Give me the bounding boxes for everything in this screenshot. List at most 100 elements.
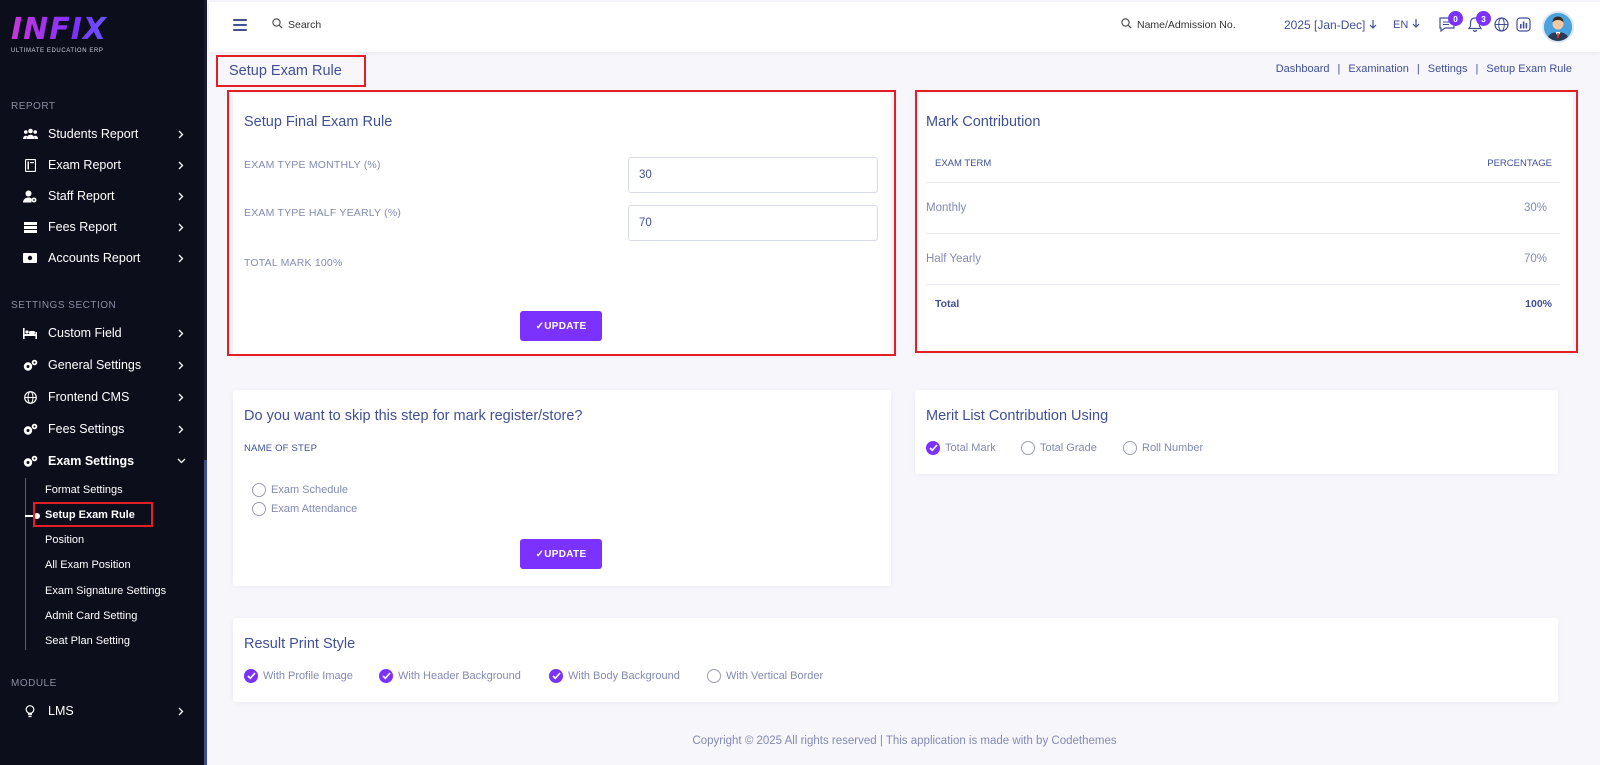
- sidebar-item-fees-report[interactable]: Fees Report: [0, 213, 204, 241]
- sidebar-item-exam-settings[interactable]: Exam Settings: [0, 447, 204, 475]
- sidebar-item-custom-field[interactable]: Custom Field: [0, 319, 204, 347]
- sidebar-item-students-report[interactable]: Students Report: [0, 120, 204, 148]
- chevron-right-icon: [174, 425, 188, 434]
- update-skip-step-button[interactable]: ✓UPDATE: [520, 539, 602, 569]
- breadcrumb-separator: |: [1475, 63, 1479, 75]
- merit-option-total-mark[interactable]: Total Mark: [926, 440, 996, 456]
- search-label: Search: [288, 19, 322, 31]
- sidebar-item-label: Fees Report: [48, 220, 117, 234]
- sidebar-item-label: LMS: [48, 704, 74, 718]
- chevron-right-icon: [174, 130, 188, 139]
- logo-text: INFIX: [11, 14, 141, 46]
- search-icon: [272, 18, 283, 32]
- sidebar-item-label: General Settings: [48, 358, 142, 372]
- skip-option-exam-attendance[interactable]: Exam Attendance: [252, 501, 357, 517]
- row-divider: [926, 284, 1560, 285]
- update-exam-rule-button[interactable]: ✓UPDATE: [520, 311, 602, 341]
- chevron-right-icon: [174, 161, 188, 170]
- sidebar-item-frontend-cms[interactable]: Frontend CMS: [0, 383, 204, 411]
- sidebar-subitem-format-settings[interactable]: Format Settings: [45, 481, 123, 499]
- notifications-button[interactable]: 3: [1466, 11, 1491, 36]
- check-circle-icon[interactable]: [549, 669, 563, 683]
- radio-circle[interactable]: [1021, 441, 1035, 455]
- merit-option-total-grade[interactable]: Total Grade: [1021, 440, 1097, 456]
- table-cell-term: Monthly: [926, 202, 967, 214]
- sidebar-subitem-admit-card-setting[interactable]: Admit Card Setting: [45, 607, 137, 625]
- monthly-percentage-input[interactable]: [628, 157, 878, 193]
- search-icon: [1121, 18, 1132, 32]
- submenu-line: [25, 478, 26, 650]
- session-select[interactable]: 2025 [Jan-Dec]: [1284, 18, 1377, 32]
- sidebar-item-label: Accounts Report: [48, 251, 141, 265]
- admission-search-label: Name/Admission No.: [1137, 19, 1236, 31]
- check-circle-icon[interactable]: [379, 669, 393, 683]
- print-option-vertical-border[interactable]: With Vertical Border: [707, 668, 823, 684]
- radio-circle[interactable]: [1123, 441, 1137, 455]
- app-logo[interactable]: INFIX ULTIMATE EDUCATION ERP: [11, 14, 141, 60]
- option-label: Exam Schedule: [271, 484, 349, 496]
- sidebar: INFIX ULTIMATE EDUCATION ERP REPORT Stud…: [0, 0, 207, 765]
- half-yearly-percentage-input[interactable]: [628, 205, 878, 241]
- messages-badge: 0: [1448, 11, 1463, 26]
- sidebar-subitem-exam-signature-settings[interactable]: Exam Signature Settings: [45, 582, 166, 600]
- print-option-body-background[interactable]: With Body Background: [549, 668, 680, 684]
- print-option-profile-image[interactable]: With Profile Image: [244, 668, 353, 684]
- gears-icon: [22, 453, 38, 469]
- section-title-module: MODULE: [11, 678, 57, 689]
- chevron-right-icon: [174, 361, 188, 370]
- option-label: Exam Attendance: [271, 503, 358, 515]
- radio-circle[interactable]: [252, 483, 266, 497]
- chevron-right-icon: [174, 329, 188, 338]
- option-label: With Vertical Border: [726, 670, 824, 682]
- language-value: EN: [1393, 18, 1409, 31]
- table-header-percentage: PERCENTAGE: [1487, 158, 1552, 169]
- sidebar-subitem-all-exam-position[interactable]: All Exam Position: [45, 556, 131, 574]
- scrollbar-thumb[interactable]: [204, 460, 207, 765]
- option-label: With Header Background: [398, 670, 521, 682]
- sidebar-item-lms[interactable]: LMS: [0, 697, 204, 725]
- admission-search-box[interactable]: Name/Admission No.: [1121, 18, 1236, 32]
- website-button[interactable]: [1492, 17, 1510, 37]
- breadcrumb-examination[interactable]: Examination: [1348, 63, 1409, 75]
- sidebar-item-exam-report[interactable]: Exam Report: [0, 151, 204, 179]
- sidebar-scrollbar[interactable]: [204, 0, 207, 765]
- sidebar-item-label: Exam Report: [48, 158, 121, 172]
- menu-toggle-icon[interactable]: [233, 19, 247, 31]
- chart-icon: [1515, 17, 1531, 37]
- footer-copyright: Copyright © 2025 All rights reserved | T…: [692, 735, 1117, 747]
- chevron-right-icon: [174, 223, 188, 232]
- breadcrumb-dashboard[interactable]: Dashboard: [1276, 63, 1330, 75]
- monthly-label: EXAM TYPE MONTHLY (%): [244, 159, 381, 171]
- print-option-header-background[interactable]: With Header Background: [379, 668, 521, 684]
- check-circle-icon[interactable]: [244, 669, 258, 683]
- notifications-badge: 3: [1476, 11, 1491, 26]
- radio-circle[interactable]: [252, 502, 266, 516]
- sidebar-item-general-settings[interactable]: General Settings: [0, 351, 204, 379]
- arrow-down-icon: [1412, 18, 1420, 31]
- merit-option-roll-number[interactable]: Roll Number: [1123, 440, 1203, 456]
- stats-button[interactable]: [1514, 17, 1532, 37]
- breadcrumb-current: Setup Exam Rule: [1486, 63, 1572, 75]
- breadcrumb-settings[interactable]: Settings: [1428, 63, 1468, 75]
- topbar: Search Name/Admission No. 2025 [Jan-Dec]…: [209, 2, 1600, 52]
- avatar[interactable]: [1542, 11, 1574, 43]
- radio-circle[interactable]: [707, 669, 721, 683]
- sidebar-subitem-position[interactable]: Position: [45, 531, 84, 549]
- result-print-style-card: [233, 618, 1558, 702]
- sidebar-item-accounts-report[interactable]: Accounts Report: [0, 244, 204, 272]
- skip-option-exam-schedule[interactable]: Exam Schedule: [252, 482, 348, 498]
- language-select[interactable]: EN: [1393, 18, 1420, 31]
- chevron-right-icon: [174, 254, 188, 263]
- check-circle-icon[interactable]: [926, 441, 940, 455]
- table-cell-percentage: 70%: [1523, 253, 1547, 265]
- globe-icon: [1493, 17, 1509, 37]
- sidebar-subitem-seat-plan-setting[interactable]: Seat Plan Setting: [45, 632, 130, 650]
- gears-icon: [22, 421, 38, 437]
- messages-button[interactable]: 0: [1438, 11, 1463, 36]
- sidebar-item-staff-report[interactable]: Staff Report: [0, 182, 204, 210]
- search-box[interactable]: Search: [272, 18, 321, 32]
- globe-icon: [22, 389, 38, 405]
- sidebar-item-fees-settings[interactable]: Fees Settings: [0, 415, 204, 443]
- gears-icon: [22, 357, 38, 373]
- mark-contribution-title: Mark Contribution: [926, 114, 1041, 130]
